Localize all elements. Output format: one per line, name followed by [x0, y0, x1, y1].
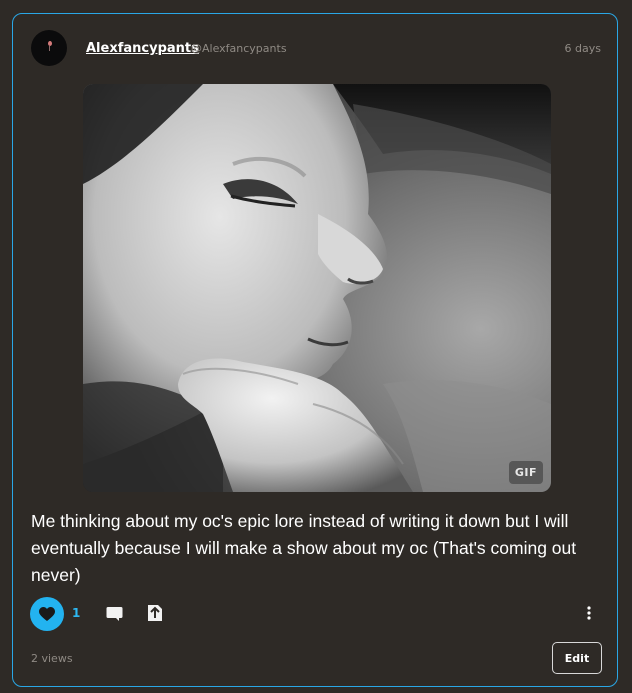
heart-icon	[39, 606, 55, 621]
like-button[interactable]	[30, 597, 64, 631]
author-name[interactable]: Alexfancypants	[86, 41, 199, 56]
share-button[interactable]	[144, 602, 166, 624]
post-card: Alexfancypants @Alexfancypants 6 days GI…	[12, 13, 618, 687]
author-handle: @Alexfancypants	[191, 42, 287, 55]
post-media-gif[interactable]: GIF	[83, 84, 551, 492]
like-count: 1	[72, 606, 81, 620]
gif-badge: GIF	[508, 461, 543, 484]
baby-photo	[83, 84, 551, 492]
more-options-button[interactable]	[581, 603, 597, 623]
post-timestamp: 6 days	[564, 42, 601, 55]
share-icon	[148, 605, 162, 621]
view-count: 2 views	[31, 652, 73, 665]
edit-button[interactable]: Edit	[552, 642, 602, 674]
comment-icon	[106, 607, 122, 621]
comment-button[interactable]	[103, 603, 125, 625]
avatar[interactable]	[31, 30, 67, 66]
more-vertical-icon	[587, 606, 591, 620]
post-text: Me thinking about my oc's epic lore inst…	[31, 511, 577, 585]
